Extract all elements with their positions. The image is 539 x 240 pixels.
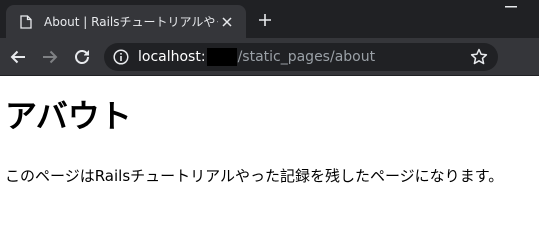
minimize-icon[interactable] (496, 0, 526, 14)
url-host: localhost: (138, 49, 206, 65)
page-content: アバウト このページはRailsチュートリアルやった記録を残したページになります… (0, 76, 539, 201)
tab-title: About | Railsチュートリアルやったよ!! (44, 15, 218, 29)
forward-arrow-icon[interactable] (40, 47, 60, 67)
reload-icon[interactable] (72, 47, 92, 67)
browser-tab[interactable]: About | Railsチュートリアルやったよ!! (6, 5, 246, 38)
url-path: /static_pages/about (237, 49, 376, 65)
browser-toolbar: localhost: /static_pages/about (0, 38, 539, 76)
back-arrow-icon[interactable] (8, 47, 28, 67)
new-tab-icon[interactable] (256, 11, 274, 29)
page-title: アバウト (5, 97, 132, 135)
close-tab-icon[interactable] (218, 13, 236, 31)
page-description: このページはRailsチュートリアルやった記録を残したページになります。 (5, 167, 504, 185)
url-text[interactable]: localhost: /static_pages/about (138, 43, 375, 71)
redacted-port (206, 48, 237, 66)
page-icon (18, 14, 34, 30)
address-bar[interactable]: localhost: /static_pages/about (104, 43, 498, 71)
tab-strip: About | Railsチュートリアルやったよ!! (0, 0, 539, 38)
bookmark-star-icon[interactable] (470, 48, 488, 66)
info-icon[interactable] (113, 49, 129, 65)
